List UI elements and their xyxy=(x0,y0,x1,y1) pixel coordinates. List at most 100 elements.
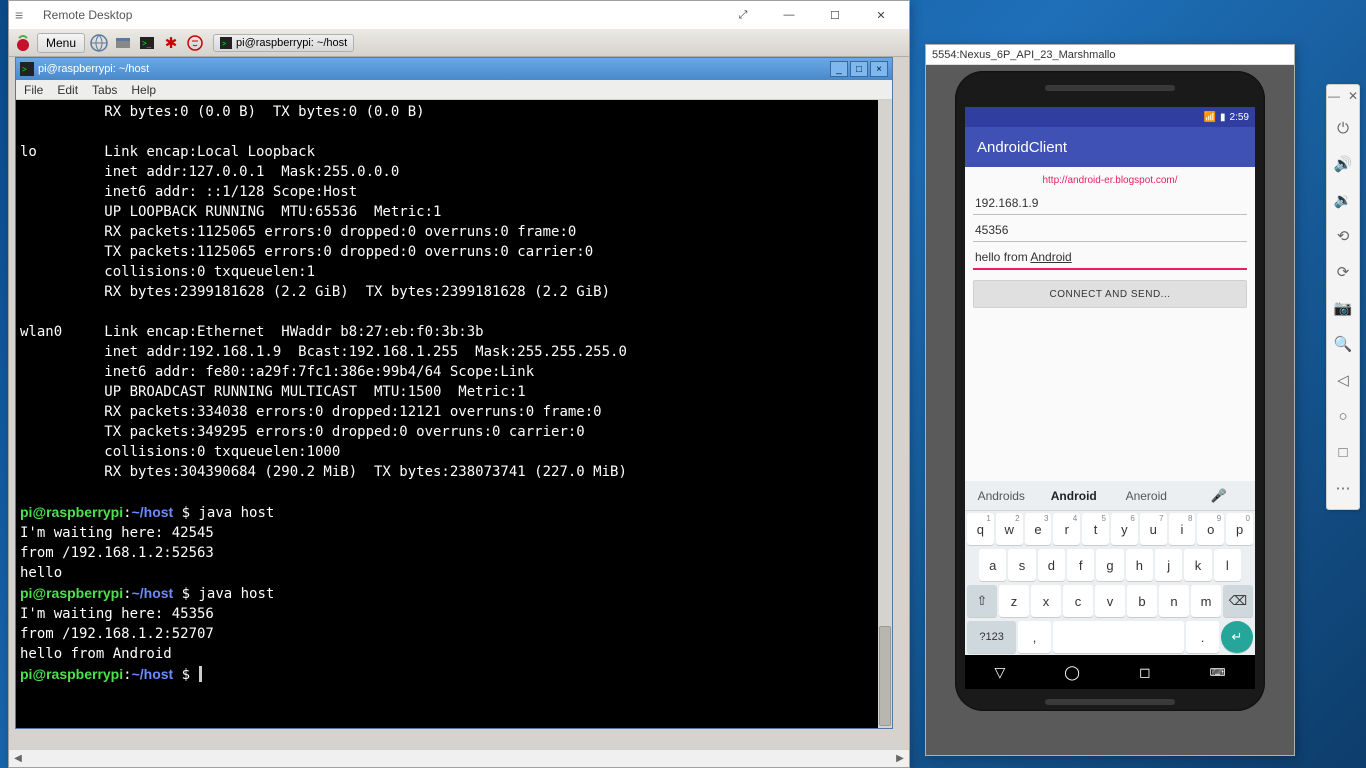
connect-send-button[interactable]: CONNECT AND SEND... xyxy=(973,280,1247,308)
volume-down-icon[interactable]: 🔉 xyxy=(1329,183,1357,217)
soft-keyboard: Androids Android Aneroid 🎤 q1w2e3r4t5y6u… xyxy=(965,481,1255,655)
android-statusbar: 📶 ▮ 2:59 xyxy=(965,107,1255,127)
keyboard-row-4: ?123 , . ↵ xyxy=(965,619,1255,655)
rotate-left-icon[interactable]: ⟲ xyxy=(1329,219,1357,253)
rd-expand-icon[interactable]: ⤢ xyxy=(721,2,765,28)
key-d[interactable]: d xyxy=(1038,549,1065,581)
scroll-track[interactable] xyxy=(27,751,891,767)
key-t[interactable]: t5 xyxy=(1082,513,1109,545)
key-l[interactable]: l xyxy=(1214,549,1241,581)
ip-field[interactable]: 192.168.1.9 xyxy=(973,192,1247,215)
scrollbar-thumb[interactable] xyxy=(879,626,891,726)
menu-edit[interactable]: Edit xyxy=(57,83,78,97)
key-j[interactable]: j xyxy=(1155,549,1182,581)
rd-close-button[interactable]: ✕ xyxy=(859,2,903,28)
files-icon[interactable] xyxy=(113,33,133,53)
svg-text:>: > xyxy=(22,65,27,74)
key-z[interactable]: z xyxy=(999,585,1029,617)
hamburger-icon[interactable]: ≡ xyxy=(15,7,35,23)
terminal-icon[interactable]: >_ xyxy=(137,33,157,53)
rotate-right-icon[interactable]: ⟳ xyxy=(1329,255,1357,289)
emulator-title[interactable]: 5554:Nexus_6P_API_23_Marshmallo xyxy=(926,45,1294,65)
key-u[interactable]: u7 xyxy=(1140,513,1167,545)
scroll-left-icon[interactable]: ◀ xyxy=(9,751,27,767)
suggestion-0[interactable]: Androids xyxy=(965,489,1038,503)
key-e[interactable]: e3 xyxy=(1025,513,1052,545)
browser-icon[interactable] xyxy=(89,33,109,53)
port-field[interactable]: 45356 xyxy=(973,219,1247,242)
nav-recent-icon[interactable]: ◻ xyxy=(1139,664,1151,681)
key-k[interactable]: k xyxy=(1184,549,1211,581)
term-minimize-button[interactable]: _ xyxy=(830,61,848,77)
signal-icon: 📶 xyxy=(1204,112,1216,123)
rd-maximize-button[interactable]: ☐ xyxy=(813,2,857,28)
term-close-button[interactable]: × xyxy=(870,61,888,77)
message-field[interactable]: hello from Android xyxy=(973,246,1247,270)
camera-icon[interactable]: 📷 xyxy=(1329,291,1357,325)
volume-up-icon[interactable]: 🔊 xyxy=(1329,147,1357,181)
key-x[interactable]: x xyxy=(1031,585,1061,617)
key-f[interactable]: f xyxy=(1067,549,1094,581)
menu-file[interactable]: File xyxy=(24,83,43,97)
symbols-key[interactable]: ?123 xyxy=(967,621,1016,653)
terminal-menubar: File Edit Tabs Help xyxy=(16,80,892,100)
nav-keyboard-icon[interactable]: ⌨ xyxy=(1210,666,1226,679)
keyboard-suggestions: Androids Android Aneroid 🎤 xyxy=(965,481,1255,511)
suggestion-1[interactable]: Android xyxy=(1038,489,1111,503)
zoom-icon[interactable]: 🔍 xyxy=(1329,327,1357,361)
key-r[interactable]: r4 xyxy=(1053,513,1080,545)
terminal-scrollbar[interactable] xyxy=(878,100,892,728)
key-i[interactable]: i8 xyxy=(1169,513,1196,545)
mic-icon[interactable]: 🎤 xyxy=(1183,488,1256,504)
menu-help[interactable]: Help xyxy=(131,83,156,97)
key-p[interactable]: p0 xyxy=(1226,513,1253,545)
toolbar-minimize-icon[interactable]: — xyxy=(1328,89,1340,103)
blog-link[interactable]: http://android-er.blogspot.com/ xyxy=(973,173,1247,188)
key-c[interactable]: c xyxy=(1063,585,1093,617)
period-key[interactable]: . xyxy=(1186,621,1219,653)
star-icon[interactable]: ✱ xyxy=(161,33,181,53)
pi-menu-button[interactable]: Menu xyxy=(37,33,85,53)
emulator-body: 📶 ▮ 2:59 AndroidClient http://android-er… xyxy=(926,65,1294,755)
space-key[interactable] xyxy=(1053,621,1184,653)
enter-key[interactable]: ↵ xyxy=(1221,621,1253,653)
backspace-key[interactable]: ⌫ xyxy=(1223,585,1253,617)
suggestion-2[interactable]: Aneroid xyxy=(1110,489,1183,503)
rd-horizontal-scrollbar[interactable]: ◀ ▶ xyxy=(9,749,909,767)
rd-titlebar[interactable]: ≡ Remote Desktop ⤢ — ☐ ✕ xyxy=(9,1,909,29)
toolbar-close-icon[interactable]: ✕ xyxy=(1348,89,1358,103)
key-h[interactable]: h xyxy=(1126,549,1153,581)
rd-title: Remote Desktop xyxy=(35,8,721,22)
scroll-right-icon[interactable]: ▶ xyxy=(891,751,909,767)
phone-screen: 📶 ▮ 2:59 AndroidClient http://android-er… xyxy=(965,107,1255,689)
shift-key[interactable]: ⇧ xyxy=(967,585,997,617)
menu-tabs[interactable]: Tabs xyxy=(92,83,117,97)
app-title: AndroidClient xyxy=(977,139,1067,156)
key-a[interactable]: a xyxy=(979,549,1006,581)
app-bar: AndroidClient xyxy=(965,127,1255,167)
key-q[interactable]: q1 xyxy=(967,513,994,545)
term-maximize-button[interactable]: □ xyxy=(850,61,868,77)
key-v[interactable]: v xyxy=(1095,585,1125,617)
key-n[interactable]: n xyxy=(1159,585,1189,617)
key-o[interactable]: o9 xyxy=(1197,513,1224,545)
red-circle-icon[interactable] xyxy=(185,33,205,53)
key-g[interactable]: g xyxy=(1096,549,1123,581)
rd-minimize-button[interactable]: — xyxy=(767,2,811,28)
nav-back-icon[interactable]: ▽ xyxy=(995,664,1006,681)
terminal-body[interactable]: RX bytes:0 (0.0 B) TX bytes:0 (0.0 B) lo… xyxy=(16,100,892,728)
taskbar-task-terminal[interactable]: > pi@raspberrypi: ~/host xyxy=(213,34,354,52)
comma-key[interactable]: , xyxy=(1018,621,1051,653)
key-y[interactable]: y6 xyxy=(1111,513,1138,545)
toolbar-back-icon[interactable]: ◁ xyxy=(1329,363,1357,397)
key-b[interactable]: b xyxy=(1127,585,1157,617)
key-m[interactable]: m xyxy=(1191,585,1221,617)
more-icon[interactable]: ⋯ xyxy=(1329,471,1357,505)
toolbar-home-icon[interactable]: ○ xyxy=(1329,399,1357,433)
key-s[interactable]: s xyxy=(1008,549,1035,581)
key-w[interactable]: w2 xyxy=(996,513,1023,545)
power-icon[interactable]: ⏻ xyxy=(1329,111,1357,145)
terminal-titlebar[interactable]: > pi@raspberrypi: ~/host _ □ × xyxy=(16,58,892,80)
toolbar-recent-icon[interactable]: □ xyxy=(1329,435,1357,469)
nav-home-icon[interactable]: ◯ xyxy=(1064,664,1080,681)
